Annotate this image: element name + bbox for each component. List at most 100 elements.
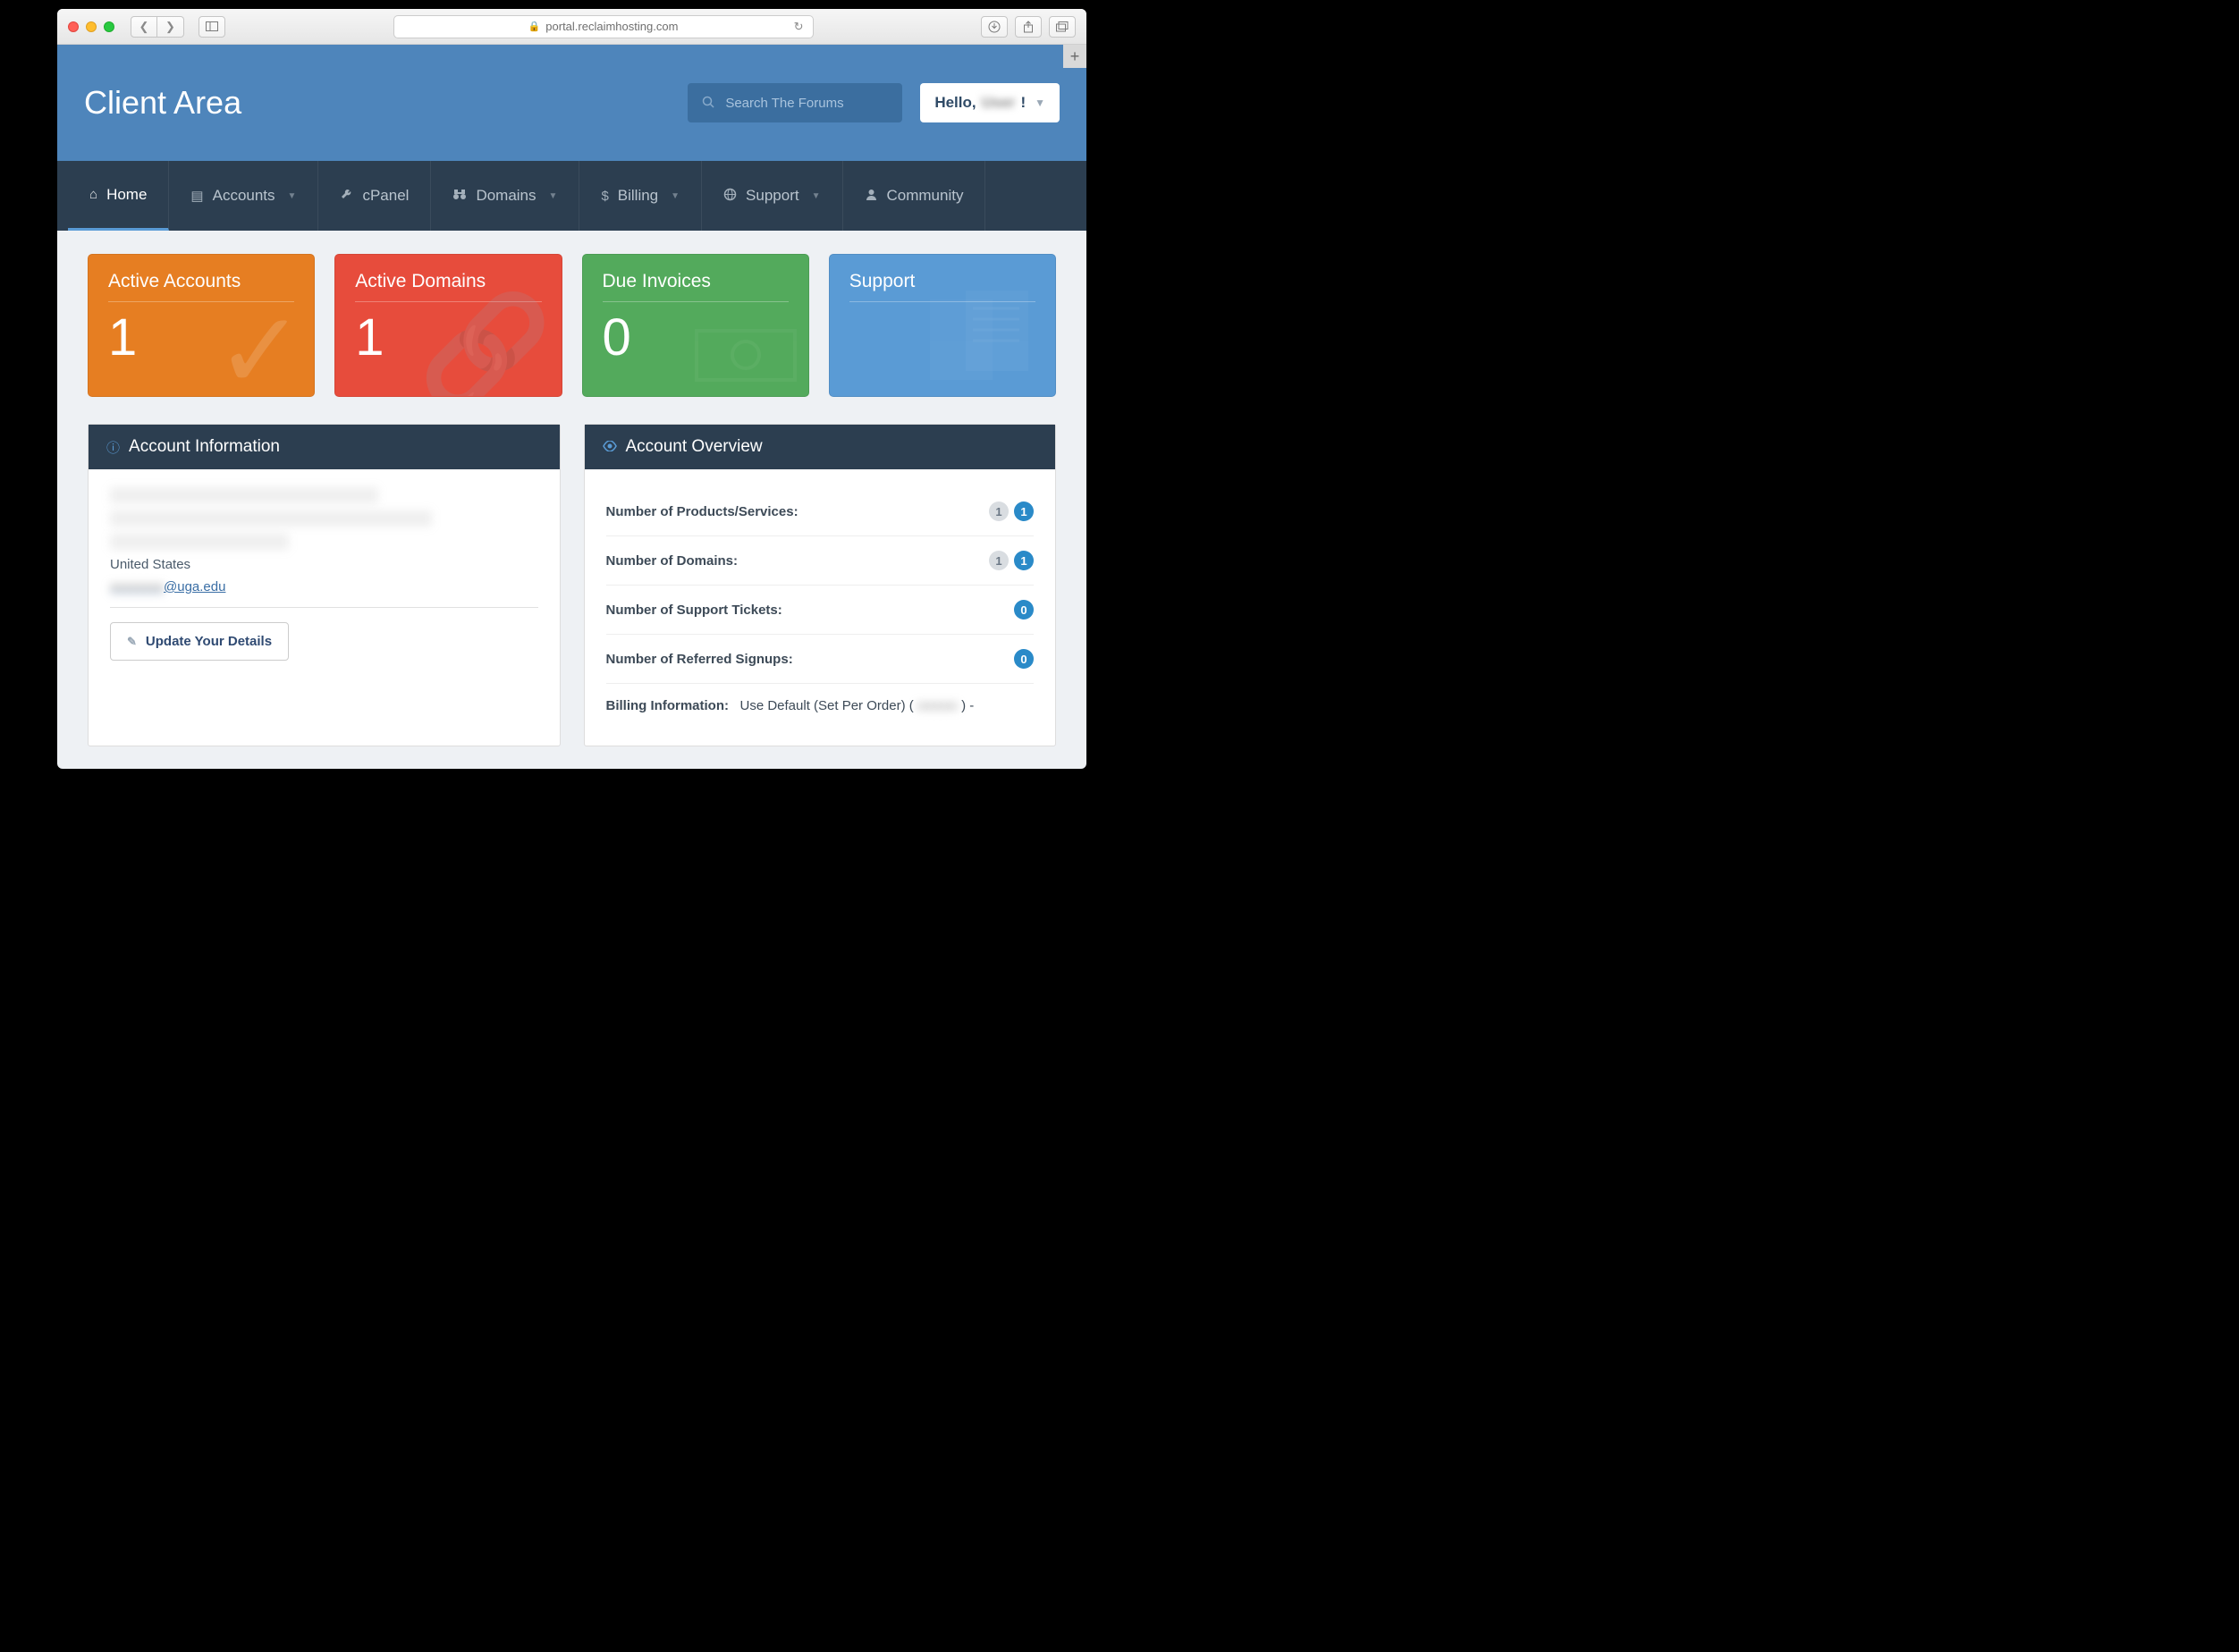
globe-icon <box>723 188 737 205</box>
downloads-button[interactable] <box>981 16 1008 38</box>
sidebar-toggle-button[interactable] <box>199 16 225 38</box>
redacted-line <box>110 510 432 527</box>
panel-account-info: ⓘ Account Information United States xxxx… <box>88 424 561 746</box>
card-due-invoices[interactable]: Due Invoices 0 <box>582 254 809 397</box>
badge-count-gray: 1 <box>989 551 1009 570</box>
nav-support-label: Support <box>746 187 799 205</box>
user-icon <box>865 188 878 205</box>
billing-value: Use Default (Set Per Order) ( <box>740 698 914 713</box>
card-support[interactable]: Support <box>829 254 1056 397</box>
update-details-label: Update Your Details <box>146 634 272 649</box>
row-label: Number of Domains: <box>606 553 739 569</box>
dollar-icon: $ <box>601 189 608 204</box>
tabs-button[interactable] <box>1049 16 1076 38</box>
panel-header: ⓘ Account Information <box>89 425 560 469</box>
nav-accounts[interactable]: ▤ Accounts ▼ <box>169 161 318 231</box>
nav-cpanel-label: cPanel <box>362 187 409 205</box>
user-greeting-dropdown[interactable]: Hello, User ! ▼ <box>920 83 1060 122</box>
home-icon: ⌂ <box>89 187 97 202</box>
country-text: United States <box>110 557 538 572</box>
hello-prefix: Hello, <box>934 94 976 112</box>
card-active-domains[interactable]: Active Domains 1 🔗 <box>334 254 562 397</box>
page-header: Client Area Hello, User ! ▼ <box>57 45 1086 161</box>
overview-row-billing: Billing Information: Use Default (Set Pe… <box>606 684 1035 728</box>
chevron-down-icon: ▼ <box>812 191 821 201</box>
address-bar[interactable]: 🔒 portal.reclaimhosting.com ↻ <box>393 15 814 38</box>
reload-icon[interactable]: ↻ <box>794 20 804 34</box>
pencil-icon: ✎ <box>127 635 137 649</box>
hello-suffix: ! <box>1020 94 1026 112</box>
window-controls <box>68 21 114 32</box>
nav-support[interactable]: Support ▼ <box>702 161 842 231</box>
badge-count-blue[interactable]: 1 <box>1014 502 1034 521</box>
redacted-text: xxxxxx <box>917 698 958 713</box>
badge-count-gray: 1 <box>989 502 1009 521</box>
email-link[interactable]: xxxxxxxx@uga.edu <box>110 579 225 594</box>
binoculars-icon <box>452 188 467 204</box>
panel-account-overview: Account Overview Number of Products/Serv… <box>584 424 1057 746</box>
nav-home-label: Home <box>106 186 147 204</box>
chevron-down-icon: ▼ <box>288 191 297 201</box>
redacted-line <box>110 534 289 550</box>
list-icon: ▤ <box>190 188 203 204</box>
browser-titlebar: ❮ ❯ 🔒 portal.reclaimhosting.com ↻ <box>57 9 1086 45</box>
content-area: Active Accounts 1 ✓ Active Domains 1 🔗 D… <box>57 231 1086 769</box>
badge-count-blue[interactable]: 1 <box>1014 551 1034 570</box>
toolbar-right <box>981 16 1076 38</box>
check-circle-icon: ✓ <box>215 290 306 397</box>
nav-billing[interactable]: $ Billing ▼ <box>579 161 702 231</box>
nav-cpanel[interactable]: cPanel <box>318 161 431 231</box>
close-window-button[interactable] <box>68 21 79 32</box>
overview-row-tickets: Number of Support Tickets: 0 <box>606 586 1035 635</box>
panel-title: Account Information <box>129 437 280 457</box>
money-icon <box>692 291 799 397</box>
maximize-window-button[interactable] <box>104 21 114 32</box>
hello-username: User <box>982 94 1016 112</box>
overview-row-products: Number of Products/Services: 1 1 <box>606 487 1035 536</box>
documents-icon <box>921 282 1046 397</box>
badge-count-blue[interactable]: 0 <box>1014 600 1034 620</box>
nav-accounts-label: Accounts <box>213 187 275 205</box>
share-button[interactable] <box>1015 16 1042 38</box>
main-nav: ⌂ Home ▤ Accounts ▼ cPanel Domains ▼ $ B… <box>57 161 1086 231</box>
minimize-window-button[interactable] <box>86 21 97 32</box>
nav-domains[interactable]: Domains ▼ <box>431 161 579 231</box>
nav-community[interactable]: Community <box>843 161 986 231</box>
stat-cards-row: Active Accounts 1 ✓ Active Domains 1 🔗 D… <box>88 254 1056 397</box>
row-label: Number of Support Tickets: <box>606 603 782 618</box>
eye-icon <box>603 440 617 455</box>
lock-icon: 🔒 <box>528 21 541 32</box>
badge-count-blue[interactable]: 0 <box>1014 649 1034 669</box>
back-button[interactable]: ❮ <box>131 16 157 38</box>
row-label: Number of Products/Services: <box>606 504 798 519</box>
update-details-button[interactable]: ✎ Update Your Details <box>110 622 289 661</box>
forward-button[interactable]: ❯ <box>157 16 184 38</box>
panel-header: Account Overview <box>585 425 1056 469</box>
forum-search[interactable] <box>688 83 902 122</box>
panel-body: Number of Products/Services: 1 1 Number … <box>585 469 1056 746</box>
overview-row-referred: Number of Referred Signups: 0 <box>606 635 1035 684</box>
divider <box>110 607 538 608</box>
row-label: Number of Referred Signups: <box>606 652 793 667</box>
billing-suffix: ) - <box>961 698 974 713</box>
email-row: xxxxxxxx@uga.edu <box>110 579 538 594</box>
nav-buttons: ❮ ❯ <box>131 16 184 38</box>
chevron-down-icon: ▼ <box>549 191 558 201</box>
email-suffix: @uga.edu <box>164 579 225 594</box>
chevron-down-icon: ▼ <box>1035 97 1045 109</box>
billing-label: Billing Information: <box>606 698 729 713</box>
card-active-accounts[interactable]: Active Accounts 1 ✓ <box>88 254 315 397</box>
panels-row: ⓘ Account Information United States xxxx… <box>88 424 1056 746</box>
wrench-icon <box>340 188 353 205</box>
forum-search-input[interactable] <box>725 96 888 111</box>
link-icon: 🔗 <box>418 289 552 397</box>
nav-billing-label: Billing <box>618 187 658 205</box>
panel-title: Account Overview <box>626 437 763 457</box>
panel-body: United States xxxxxxxx@uga.edu ✎ Update … <box>89 469 560 678</box>
redacted-line <box>110 487 378 503</box>
info-icon: ⓘ <box>106 438 120 457</box>
browser-window: ❮ ❯ 🔒 portal.reclaimhosting.com ↻ + Cl <box>57 9 1086 769</box>
page-title: Client Area <box>84 84 670 122</box>
new-tab-button[interactable]: + <box>1063 45 1086 68</box>
nav-home[interactable]: ⌂ Home <box>68 161 169 231</box>
